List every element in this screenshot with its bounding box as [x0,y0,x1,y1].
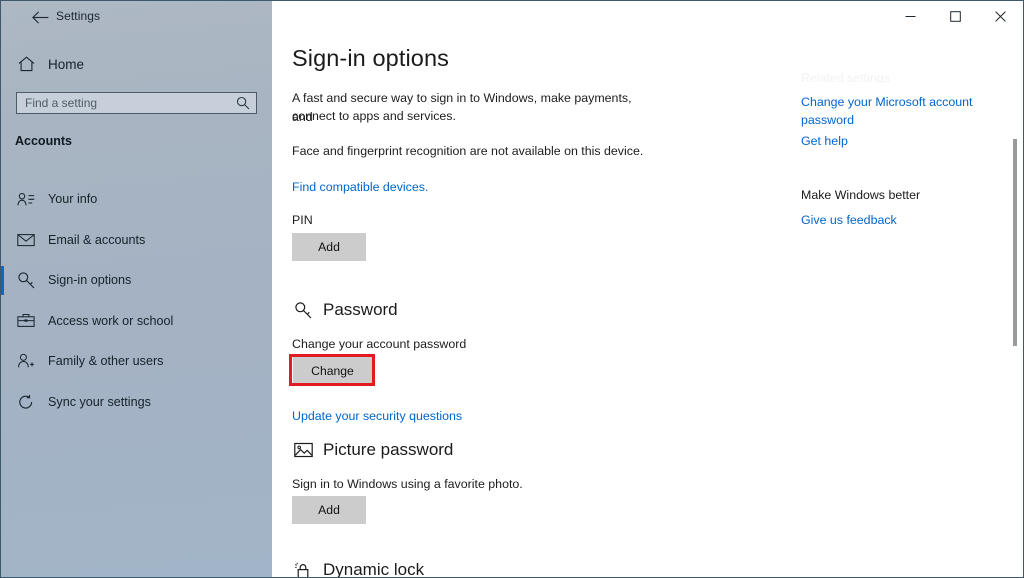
password-description: Change your account password [292,337,467,351]
vertical-scrollbar[interactable] [1008,33,1022,577]
sidebar-item-access-work-or-school[interactable]: Access work or school [1,301,272,342]
sidebar-item-email-accounts[interactable]: Email & accounts [1,220,272,261]
link-line-2: password [801,113,855,127]
selection-indicator [1,388,4,417]
picture-password-section-heading: Picture password [292,439,453,461]
get-help-link[interactable]: Get help [801,132,848,150]
sidebar: Settings Home Accounts [1,1,272,577]
intro-line-2: connect to apps and services. [292,109,456,123]
search-icon[interactable] [236,96,250,115]
back-arrow-icon [31,10,48,24]
dynamic-lock-heading-label: Dynamic lock [323,560,425,578]
close-button[interactable] [978,1,1023,32]
sidebar-item-sync-your-settings[interactable]: Sync your settings [1,382,272,423]
window-controls [888,1,1023,33]
window-title: Settings [56,9,101,23]
pin-add-button[interactable]: Add [292,233,366,261]
sidebar-home-label: Home [48,56,85,72]
page-title: Sign-in options [292,45,449,71]
sidebar-item-sign-in-options[interactable]: Sign-in options [1,260,272,301]
search-box[interactable] [16,92,257,114]
selection-indicator [1,347,4,376]
dynamic-lock-icon [292,559,314,577]
availability-note: Face and fingerprint recognition are not… [292,144,644,158]
update-security-questions-link[interactable]: Update your security questions [292,407,462,425]
close-icon [995,11,1006,22]
key-icon [292,299,314,321]
briefcase-icon [15,311,37,331]
picture-password-heading-label: Picture password [323,440,454,459]
change-microsoft-account-password-link[interactable]: Change your Microsoft account password [801,93,976,129]
password-change-button[interactable]: Change [293,357,372,385]
minimize-button[interactable] [888,1,933,32]
maximize-icon [950,11,961,22]
give-us-feedback-link[interactable]: Give us feedback [801,211,897,229]
sync-icon [15,392,37,412]
pin-label: PIN [292,213,313,227]
sidebar-item-home[interactable]: Home [15,52,255,76]
sidebar-section-label: Accounts [15,134,72,148]
make-windows-better-heading: Make Windows better [801,188,921,202]
password-section-heading: Password [292,299,398,321]
sidebar-item-label: Access work or school [48,313,174,328]
key-icon [15,270,37,290]
password-heading-label: Password [323,300,398,319]
sidebar-nav: Your info Email & accounts Sign-in optio… [1,179,272,422]
user-add-icon [15,351,37,371]
selection-indicator [1,307,4,336]
selection-indicator [1,185,4,214]
sidebar-item-label: Sign-in options [48,273,132,288]
selection-indicator [1,226,4,255]
sidebar-item-label: Your info [48,192,98,207]
sidebar-item-family-other-users[interactable]: Family & other users [1,341,272,382]
picture-icon [292,439,314,461]
home-icon [15,54,37,74]
dynamic-lock-section-heading: Dynamic lock [292,559,425,578]
scrollbar-thumb[interactable] [1013,139,1017,346]
window-titlebar-left: Settings [1,1,272,33]
sidebar-item-label: Family & other users [48,354,164,369]
settings-window: Settings Home Accounts [0,0,1024,578]
picture-password-add-button[interactable]: Add [292,496,366,524]
link-line-1: Change your Microsoft account [801,95,973,109]
back-button[interactable] [29,7,51,27]
maximize-button[interactable] [933,1,978,32]
minimize-icon [905,16,916,17]
picture-password-description: Sign in to Windows using a favorite phot… [292,477,523,491]
search-input[interactable] [17,93,230,113]
sidebar-item-label: Sync your settings [48,394,151,409]
user-info-icon [15,189,37,209]
find-compatible-devices-link[interactable]: Find compatible devices. [292,178,428,196]
related-settings-heading-clipped: Related settings [801,71,890,83]
sidebar-item-label: Email & accounts [48,232,146,247]
selection-indicator [1,266,4,295]
main-content: Sign-in options A fast and secure way to… [272,1,1023,577]
sidebar-item-your-info[interactable]: Your info [1,179,272,220]
envelope-icon [15,230,37,250]
